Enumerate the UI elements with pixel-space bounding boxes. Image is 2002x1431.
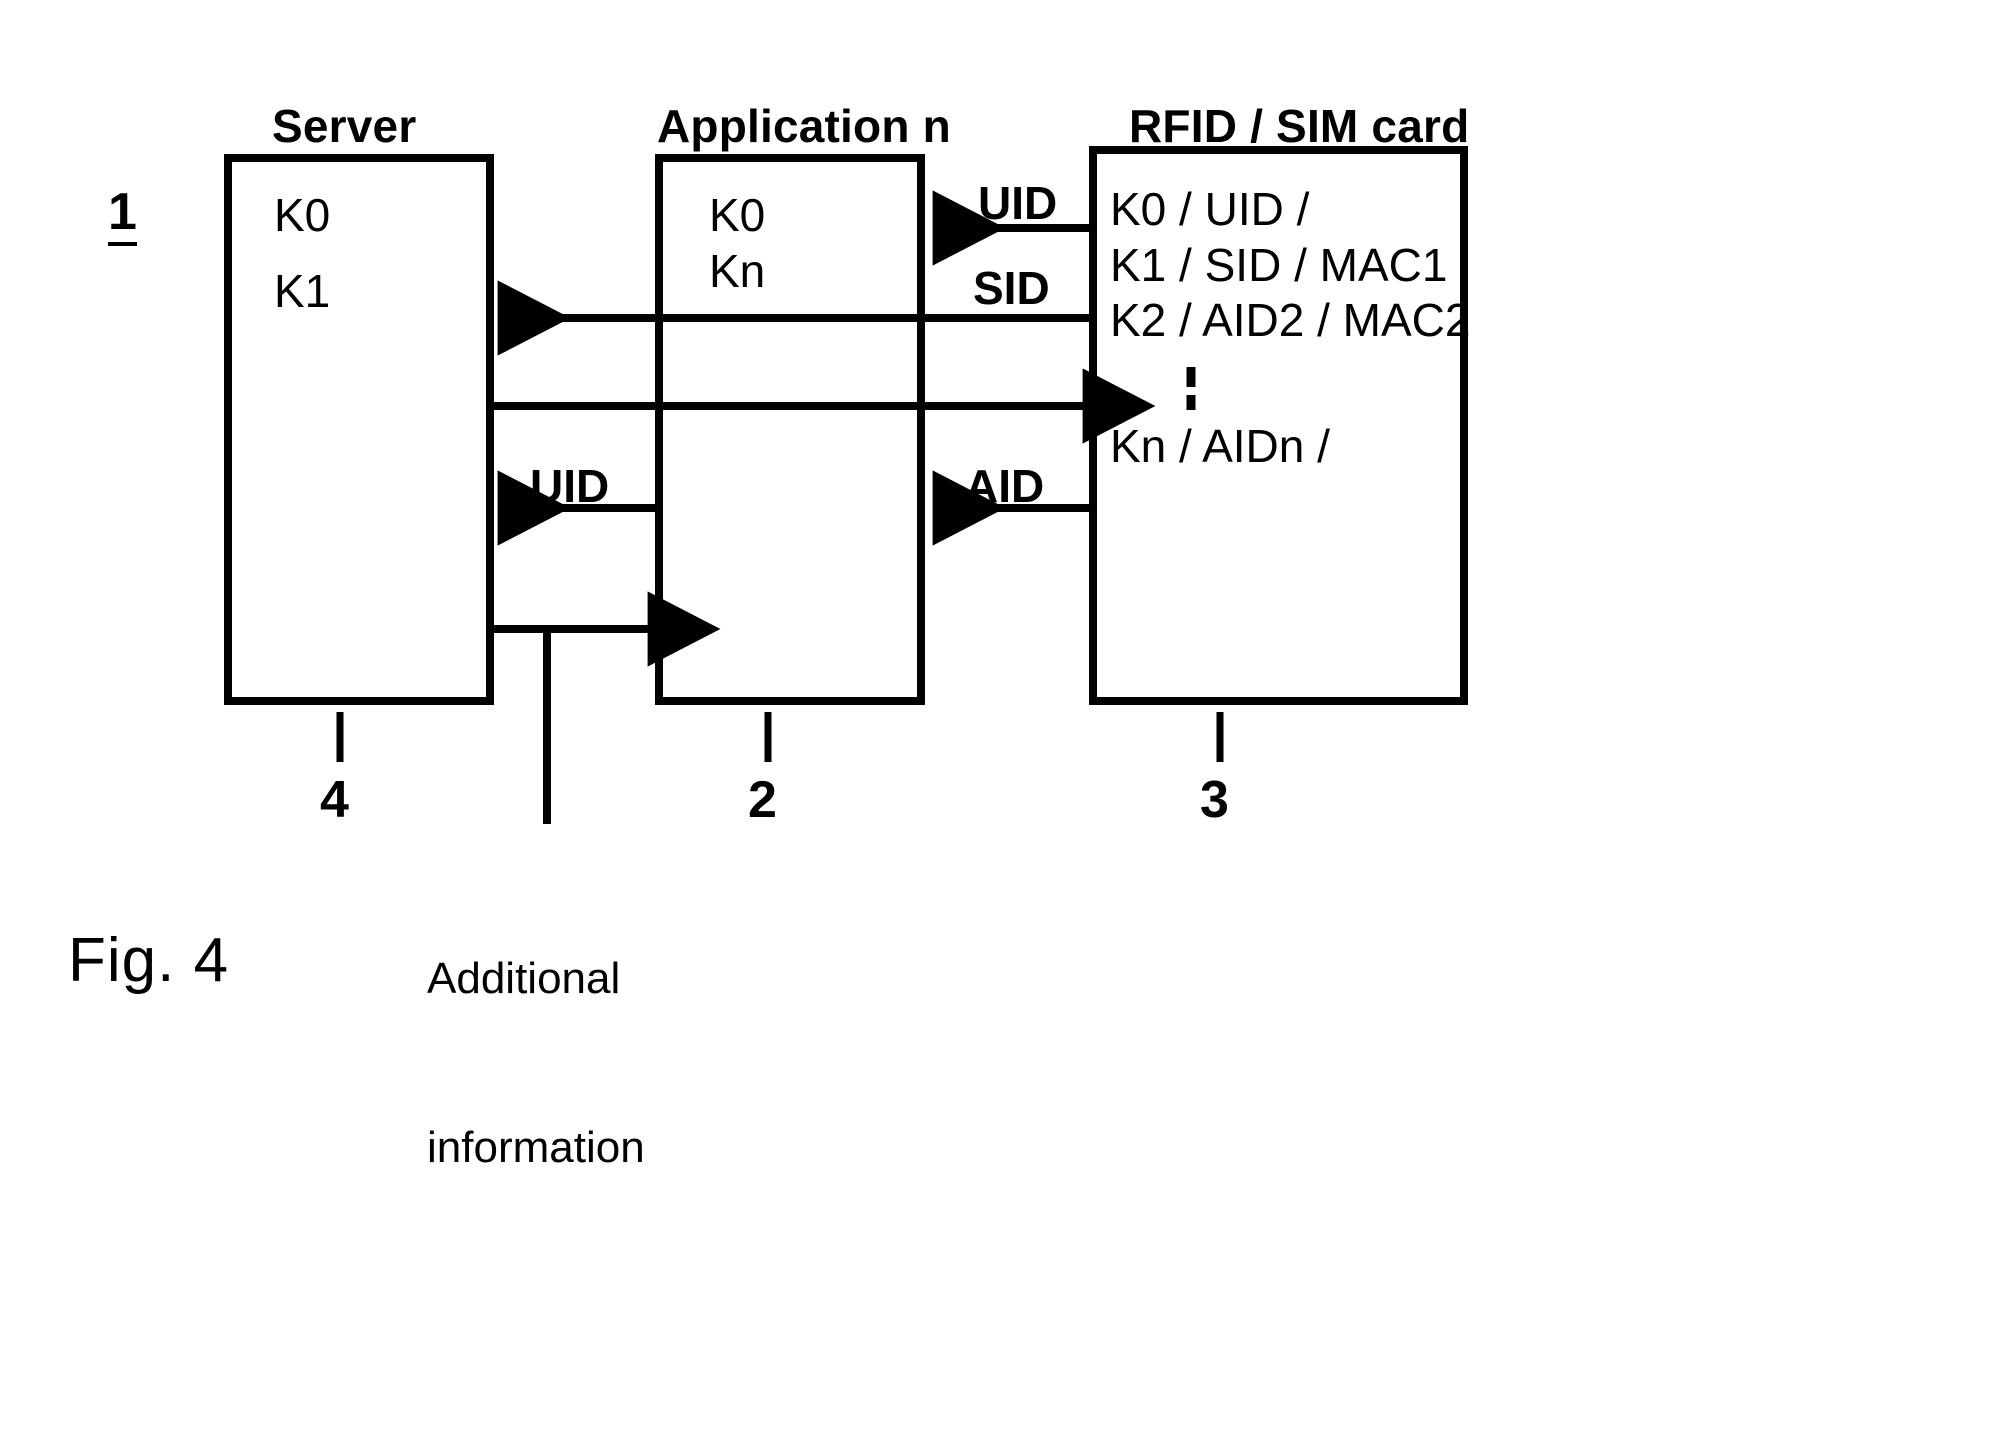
application-reference-numeral: 2 [748, 771, 777, 829]
server-box [224, 154, 494, 705]
server-reference-numeral: 4 [320, 771, 349, 829]
application-key-kn: Kn [709, 245, 766, 297]
rfid-line-k1: K1 / SID / MAC1 [1110, 239, 1448, 291]
additional-information-line-1: Additional [427, 953, 621, 1003]
flow-label-aid: AID [965, 460, 1045, 512]
figure-canvas: 1 Server K0 K1 4 Application n K0 Kn 2 R… [0, 0, 2002, 1431]
system-reference-numeral: 1 [108, 186, 137, 246]
application-box [655, 154, 925, 705]
rfid-line-k2: K2 / AID2 / MAC2 [1110, 294, 1471, 346]
rfid-sim-card-box-title: RFID / SIM card [1129, 100, 1470, 152]
rfid-reference-numeral: 3 [1200, 771, 1229, 829]
figure-caption: Fig. 4 [68, 926, 230, 995]
rfid-line-k0: K0 / UID / [1110, 183, 1310, 235]
server-box-title: Server [272, 100, 417, 152]
application-box-title: Application n [657, 100, 951, 152]
server-key-k1: K1 [274, 265, 331, 317]
flow-label-uid-bottom: UID [530, 460, 610, 512]
application-key-k0: K0 [709, 189, 766, 241]
server-key-k0: K0 [274, 189, 331, 241]
additional-information-line-2: information [427, 1122, 645, 1172]
additional-information-label: Additional information [427, 838, 847, 1289]
flow-label-uid-top: UID [978, 177, 1058, 229]
rfid-line-kn: Kn / AIDn / [1110, 420, 1330, 472]
flow-label-sid: SID [973, 262, 1050, 314]
